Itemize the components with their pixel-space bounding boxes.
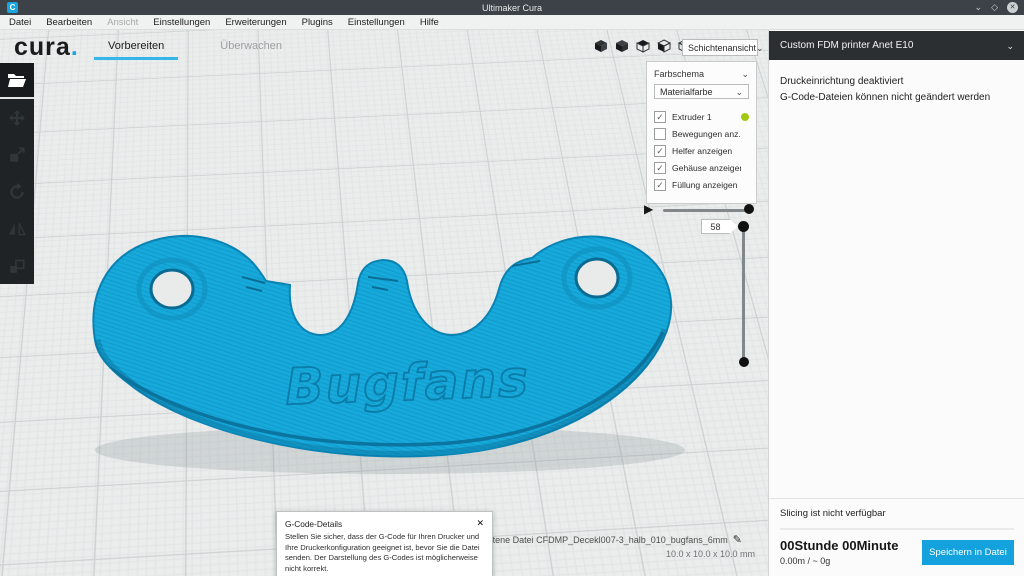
maximize-icon[interactable]: ◇ xyxy=(991,2,998,13)
open-file-button[interactable] xyxy=(0,63,34,99)
slice-info-section: Slicing ist nicht verfügbar 00Stunde 00M… xyxy=(769,498,1024,576)
save-to-file-button[interactable]: Speichern in Datei xyxy=(922,540,1014,565)
title-bar: C Ultimaker Cura ⌄ ◇ ✕ xyxy=(0,0,1024,15)
checkbox-label: Extruder 1 xyxy=(672,112,741,122)
menu-item[interactable]: Einstellungen xyxy=(348,17,405,28)
layer-slider-track[interactable] xyxy=(742,227,745,363)
printer-name: Custom FDM printer Anet E10 xyxy=(780,40,913,51)
layer-view-checkbox-row[interactable]: ✓ Gehäuse anzeigen xyxy=(654,160,749,176)
slicing-progress-bar xyxy=(780,528,1014,530)
simulation-slider-handle[interactable] xyxy=(744,204,754,214)
menu-item[interactable]: Plugins xyxy=(302,17,333,28)
checkbox[interactable]: ✓ xyxy=(654,111,666,123)
stage-tab[interactable]: Überwachen xyxy=(210,40,292,60)
layer-slider-bottom-handle[interactable] xyxy=(739,357,749,367)
model-engraved-text: Bugfans xyxy=(284,350,530,416)
view-front-button[interactable] xyxy=(614,38,630,54)
chevron-down-icon: ⌄ xyxy=(756,45,764,51)
view-top-button[interactable] xyxy=(635,38,651,54)
cura-logo-dot: . xyxy=(71,33,79,61)
mirror-icon xyxy=(8,220,26,238)
checkbox[interactable]: ✓ xyxy=(654,162,666,174)
checkbox-label: Gehäuse anzeigen xyxy=(672,163,741,173)
per-model-settings-icon xyxy=(8,257,26,275)
stage-tab[interactable]: Vorbereiten xyxy=(98,40,174,60)
layer-view-panel: Farbschema ⌄ Materialfarbe ⌄ ✓ Extruder … xyxy=(646,61,757,204)
layer-slider-handle[interactable] xyxy=(738,221,749,232)
checkbox[interactable]: ✓ xyxy=(654,145,666,157)
checkbox-label: Helfer anzeigen xyxy=(672,146,741,156)
view-left-button[interactable] xyxy=(656,38,672,54)
check-icon: ✓ xyxy=(656,180,664,190)
popup-title: G-Code-Details xyxy=(285,519,342,529)
print-settings-panel: Custom FDM printer Anet E10 ⌄ Druckeinri… xyxy=(768,30,1024,576)
model-dimensions-label: 10.0 x 10.0 x 10.0 mm xyxy=(666,549,755,559)
view-mode-dropdown[interactable]: Schichtenansicht ⌄ xyxy=(682,39,758,56)
checkbox[interactable]: ✓ xyxy=(654,128,666,140)
tool-sidebar xyxy=(0,63,34,284)
layer-view-checkbox-row[interactable]: ✓ Extruder 1 xyxy=(654,109,749,125)
layer-view-checkbox-row[interactable]: ✓ Helfer anzeigen xyxy=(654,143,749,159)
chevron-down-icon: ⌄ xyxy=(741,71,749,77)
popup-close-icon[interactable]: ✕ xyxy=(476,518,484,529)
move-tool-button[interactable] xyxy=(0,99,34,136)
minimize-icon[interactable]: ⌄ xyxy=(975,2,983,13)
checkbox[interactable]: ✓ xyxy=(654,179,666,191)
rename-pencil-icon[interactable]: ✎ xyxy=(733,533,742,546)
per-model-settings-button[interactable] xyxy=(0,247,34,284)
cura-logo: cura. xyxy=(14,33,79,62)
window-title: Ultimaker Cura xyxy=(0,3,1024,13)
simulation-play-button[interactable]: ▶ xyxy=(644,202,653,216)
menu-item[interactable]: Einstellungen xyxy=(153,17,210,28)
printer-disabled-message: Druckeinrichtung deaktiviert G-Code-Date… xyxy=(780,74,990,105)
layer-view-checkbox-row[interactable]: ✓ Bewegungen anz... xyxy=(654,126,749,142)
layer-view-checkbox-list: ✓ Extruder 1 ✓ Bewegungen anz... ✓ Helfe… xyxy=(654,109,749,193)
stage-tabs: Vorbereiten Überwachen xyxy=(98,40,292,60)
checkbox-label: Bewegungen anz... xyxy=(672,129,741,139)
layer-view-checkbox-row[interactable]: ✓ Füllung anzeigen xyxy=(654,177,749,193)
gcode-details-popup: G-Code-Details ✕ Stellen Sie sicher, das… xyxy=(276,511,493,576)
scale-tool-button[interactable] xyxy=(0,136,34,173)
check-icon: ✓ xyxy=(656,163,664,173)
camera-view-buttons xyxy=(593,38,693,54)
rotate-icon xyxy=(8,183,26,201)
menu-item[interactable]: Erweiterungen xyxy=(225,17,286,28)
scale-icon xyxy=(8,146,26,164)
model-bugfans[interactable]: Bugfans xyxy=(60,205,750,495)
ultimaker-cura-window: C Ultimaker Cura ⌄ ◇ ✕ Datei Bearbeiten … xyxy=(0,0,1024,576)
menu-item[interactable]: Hilfe xyxy=(420,17,439,28)
rotate-tool-button[interactable] xyxy=(0,173,34,210)
menu-item[interactable]: Datei xyxy=(9,17,31,28)
menu-item[interactable]: Ansicht xyxy=(107,17,138,28)
simulation-slider-track[interactable] xyxy=(663,209,748,212)
colorscheme-dropdown[interactable]: Materialfarbe ⌄ xyxy=(654,84,749,99)
printer-selector[interactable]: Custom FDM printer Anet E10 ⌄ xyxy=(769,31,1024,60)
cura-app-icon: C xyxy=(7,2,18,13)
close-icon[interactable]: ✕ xyxy=(1007,2,1018,13)
chevron-down-icon: ⌄ xyxy=(735,89,743,95)
popup-body-text: Stellen Sie sicher, dass der G-Code für … xyxy=(285,532,484,575)
view-mode-value: Schichtenansicht xyxy=(688,43,756,53)
colorscheme-header[interactable]: Farbschema ⌄ xyxy=(654,69,749,79)
open-folder-icon xyxy=(7,72,27,88)
menu-bar: Datei Bearbeiten Ansicht Einstellungen E… xyxy=(0,15,1024,30)
move-icon xyxy=(8,109,26,127)
check-icon: ✓ xyxy=(656,146,664,156)
checkbox-label: Füllung anzeigen xyxy=(672,180,741,190)
slicing-status-label: Slicing ist nicht verfügbar xyxy=(780,508,1014,519)
chevron-down-icon: ⌄ xyxy=(1006,43,1014,49)
viewport-3d[interactable]: Bugfans xyxy=(0,30,768,576)
extruder-color-dot xyxy=(741,113,749,121)
colorscheme-value: Materialfarbe xyxy=(660,87,713,97)
mirror-tool-button[interactable] xyxy=(0,210,34,247)
view-3d-button[interactable] xyxy=(593,38,609,54)
check-icon: ✓ xyxy=(656,112,664,122)
menu-item[interactable]: Bearbeiten xyxy=(46,17,92,28)
